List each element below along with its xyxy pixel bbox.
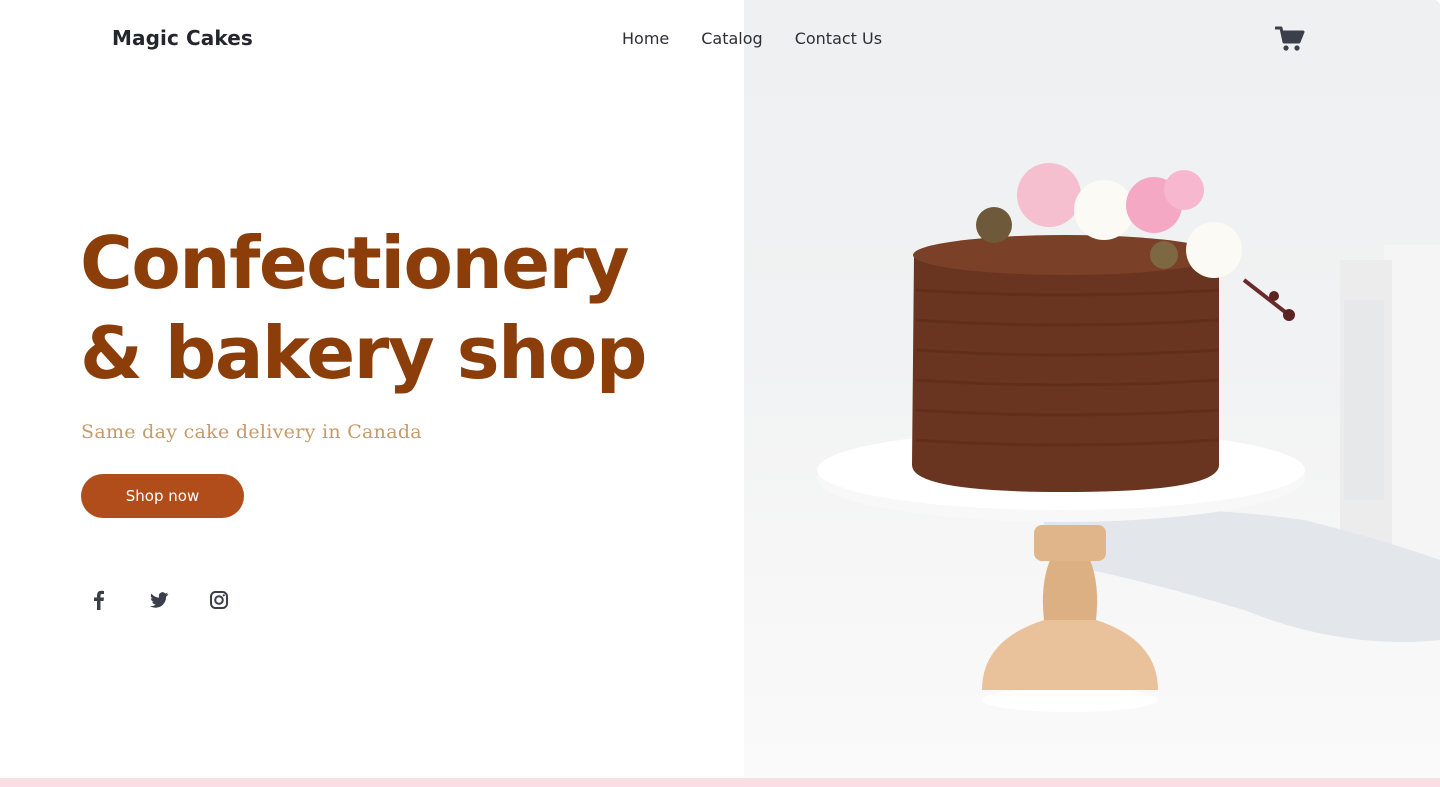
nav-item-contact-us[interactable]: Contact Us <box>795 29 882 48</box>
hero-subtitle: Same day cake delivery in Canada <box>81 421 422 443</box>
main-nav: Home Catalog Contact Us <box>622 29 882 48</box>
cart-icon[interactable] <box>1274 26 1305 52</box>
nav-item-home[interactable]: Home <box>622 29 669 48</box>
facebook-icon[interactable] <box>88 589 110 611</box>
hero-image <box>744 0 1440 778</box>
footer-strip <box>0 778 1440 787</box>
nav-item-catalog[interactable]: Catalog <box>701 29 762 48</box>
shop-now-button[interactable]: Shop now <box>81 474 244 518</box>
instagram-icon[interactable] <box>208 589 230 611</box>
brand-logo[interactable]: Magic Cakes <box>112 26 253 50</box>
twitter-icon[interactable] <box>148 589 170 611</box>
hero-headline: Confectionery & bakery shop <box>80 221 647 395</box>
site-header: Magic Cakes Home Catalog Contact Us <box>0 0 1440 78</box>
social-links <box>88 589 230 611</box>
